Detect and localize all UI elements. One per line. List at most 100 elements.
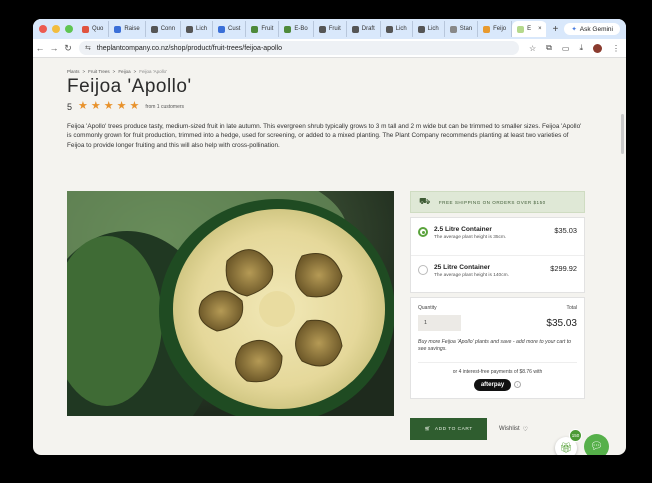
favicon-icon — [417, 25, 425, 33]
browser-tab[interactable]: Cust — [213, 21, 247, 37]
afterpay-section: or 4 interest-free payments of $8.76 wit… — [418, 361, 577, 391]
chat-button[interactable]: 💬︎ — [584, 434, 609, 455]
cart-actions: 🛒︎ ADD TO CART Wishlist ♡ — [410, 418, 528, 440]
cart-icon: 🛒︎ — [424, 426, 431, 432]
favicon-icon — [251, 25, 259, 33]
feijoa-photo — [67, 191, 394, 416]
wishlist-label: Wishlist — [499, 426, 520, 432]
quantity-total-box: Quantity Total 1 $35.03 Buy more Feijoa … — [410, 297, 585, 399]
option-price: $299.92 — [550, 264, 577, 273]
favicon-icon — [218, 25, 226, 33]
browser-tab[interactable]: Lich — [181, 21, 214, 37]
tab-label: Raise — [124, 26, 140, 32]
breadcrumb-feijoa[interactable]: Feijoa — [118, 69, 130, 74]
add-to-cart-label: ADD TO CART — [434, 426, 473, 432]
option-price: $35.03 — [554, 226, 577, 235]
truck-icon: ⛟ — [419, 196, 431, 206]
profile-avatar[interactable] — [593, 43, 602, 53]
browser-tab[interactable]: E-Bo — [279, 21, 314, 37]
forward-icon[interactable]: → — [47, 43, 61, 53]
option-2-5-litre[interactable]: 2.5 Litre Container The average plant he… — [411, 218, 584, 255]
browser-tab[interactable]: Fruit — [246, 21, 280, 37]
info-icon[interactable]: i — [514, 381, 522, 389]
afterpay-logo[interactable]: afterpay — [473, 378, 512, 391]
radio-unselected[interactable] — [418, 265, 428, 275]
minimize-window-button[interactable] — [52, 25, 60, 33]
download-icon[interactable]: ⤓ — [579, 43, 583, 53]
reload-icon[interactable]: ↻ — [61, 43, 75, 54]
maximize-window-button[interactable] — [65, 25, 73, 33]
option-info: 25 Litre Container The average plant hei… — [434, 264, 544, 278]
close-window-button[interactable] — [39, 25, 47, 33]
radio-selected[interactable] — [418, 227, 428, 237]
new-tab-button[interactable]: + — [546, 24, 564, 35]
shipping-text: FREE SHIPPING ON ORDERS OVER $150 — [438, 199, 546, 205]
option-subtext: The average plant height is 35cm. — [434, 235, 507, 240]
browser-tab[interactable]: Lich — [381, 21, 413, 37]
favicon-icon — [150, 25, 158, 33]
ask-gemini-button[interactable]: ✦ Ask Gemini — [564, 23, 620, 35]
tab-label: Feijo — [493, 26, 507, 32]
option-name: 2.5 Litre Container — [434, 226, 492, 233]
tab-label: Cust — [228, 26, 241, 32]
breadcrumb-separator: > — [112, 69, 116, 74]
browser-tab[interactable]: Raise — [109, 21, 146, 37]
breadcrumb: Plants > Fruit Trees > Feijoa > Feijoa '… — [67, 69, 167, 74]
total-value: $35.03 — [546, 317, 577, 329]
browser-window: Quo Raise Conn Lich Cust Fruit E-Bo Fruit Draft L… — [33, 19, 626, 455]
afterpay-text: or 4 interest-free payments of $8.76 wit… — [452, 368, 543, 375]
gemini-icon: ✦ — [571, 26, 577, 33]
chat-icon: 💬︎ — [590, 441, 603, 452]
option-name: 25 Litre Container — [434, 264, 491, 271]
toolbar-icons: ☆ ⧉ ▭ ⤓ ⋮ — [529, 43, 620, 53]
breadcrumb-current: Feijoa 'Apollo' — [139, 69, 167, 74]
breadcrumb-fruit-trees[interactable]: Fruit Trees — [88, 69, 110, 74]
star-icon: ★ — [116, 100, 127, 112]
option-25-litre[interactable]: 25 Litre Container The average plant hei… — [411, 255, 584, 292]
breadcrumb-separator: > — [82, 69, 86, 74]
browser-tab[interactable]: E × — [512, 21, 547, 37]
quantity-input[interactable]: 1 — [418, 315, 461, 331]
favicon-icon — [483, 25, 491, 33]
breadcrumb-separator: > — [133, 69, 137, 74]
add-to-cart-button[interactable]: 🛒︎ ADD TO CART — [410, 418, 487, 440]
url-field[interactable]: ⇆ theplantcompany.co.nz/shop/product/fru… — [79, 41, 519, 55]
afterpay-logo-row: afterpay i — [473, 378, 522, 391]
browser-tab[interactable]: Draft — [347, 21, 381, 37]
total-label: Total — [566, 305, 577, 311]
tab-label: Conn — [160, 26, 176, 32]
wishlist-button[interactable]: Wishlist ♡ — [499, 426, 528, 433]
browser-tab[interactable]: Fruit — [314, 21, 347, 37]
tab-label: Stan — [459, 26, 473, 32]
product-description: Feijoa 'Apollo' trees produce tasty, med… — [67, 123, 582, 149]
favicon-icon — [82, 25, 89, 33]
favicon-icon — [385, 25, 393, 33]
menu-kebab-icon[interactable]: ⋮ — [612, 44, 620, 53]
close-tab-icon[interactable]: × — [538, 26, 542, 32]
browser-tab[interactable]: Quo — [77, 21, 110, 37]
tab-label: Fruit — [328, 26, 341, 32]
extensions-icon[interactable]: ⧉ — [546, 43, 552, 53]
site-info-icon[interactable]: ⇆ — [85, 44, 91, 52]
tab-label: Fruit — [261, 26, 274, 32]
bookmark-star-icon[interactable]: ☆ — [529, 44, 536, 53]
breadcrumb-plants[interactable]: Plants — [67, 69, 80, 74]
favicon-icon — [449, 25, 457, 33]
quantity-label: Quantity — [418, 305, 437, 311]
rating[interactable]: 5 ★ ★ ★ ★ ★ from 1 customers — [67, 101, 184, 112]
browser-tab[interactable]: Lich — [413, 21, 445, 37]
rating-value: 5 — [67, 101, 73, 112]
browser-tab[interactable]: Feijo — [478, 21, 513, 37]
size-options: 2.5 Litre Container The average plant he… — [410, 217, 585, 293]
star-icon: ★ — [90, 100, 101, 112]
back-icon[interactable]: ← — [33, 43, 47, 53]
window-controls — [33, 25, 77, 33]
star-icon: ★ — [129, 100, 140, 112]
browser-tab[interactable]: Conn — [146, 21, 182, 37]
side-panel-icon[interactable]: ▭ — [562, 44, 570, 53]
star-icon: ★ — [103, 100, 114, 112]
product-image[interactable] — [67, 191, 394, 416]
scrollbar-thumb[interactable] — [621, 114, 624, 154]
shipping-banner: ⛟ FREE SHIPPING ON ORDERS OVER $150 — [410, 191, 585, 213]
browser-tab[interactable]: Stan — [445, 21, 479, 37]
